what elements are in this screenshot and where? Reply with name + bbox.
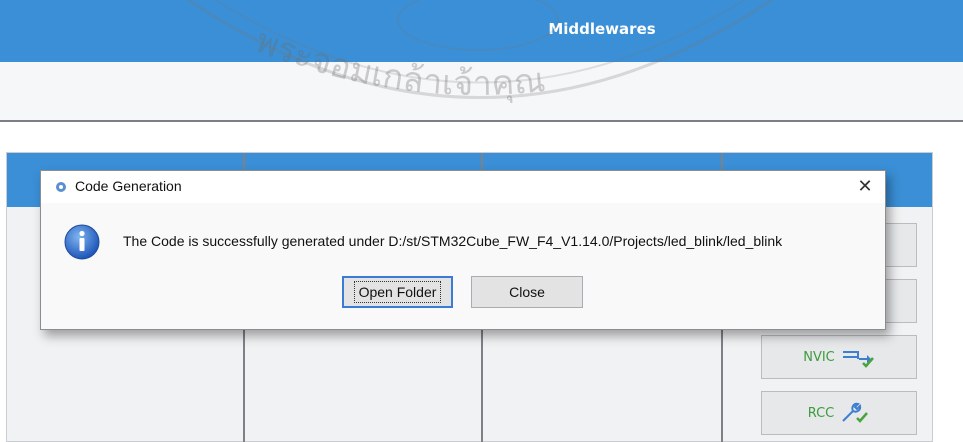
open-folder-button[interactable]: Open Folder (342, 276, 453, 308)
header-lower-area (0, 62, 963, 122)
middlewares-header: Middlewares (0, 0, 963, 62)
code-generation-dialog: Code Generation ✕ The Code is successful… (40, 170, 886, 330)
interrupt-icon (842, 351, 874, 368)
nvic-button[interactable]: NVIC (761, 335, 917, 379)
rcc-button[interactable]: RCC (761, 391, 917, 435)
header-title: Middlewares (548, 20, 656, 38)
gear-icon (56, 182, 66, 192)
info-icon (64, 224, 100, 260)
rcc-label: RCC (807, 405, 835, 421)
open-folder-label: Open Folder (353, 281, 442, 303)
checkmark-icon (856, 412, 869, 423)
close-label: Close (509, 284, 545, 300)
close-button[interactable]: Close (471, 276, 583, 308)
nvic-label: NVIC (803, 349, 835, 365)
wrench-icon (842, 402, 869, 423)
dialog-title: Code Generation (75, 178, 182, 194)
dialog-message: The Code is successfully generated under… (123, 233, 783, 249)
dialog-title-bar[interactable]: Code Generation ✕ (41, 171, 885, 203)
close-icon[interactable]: ✕ (851, 174, 879, 200)
